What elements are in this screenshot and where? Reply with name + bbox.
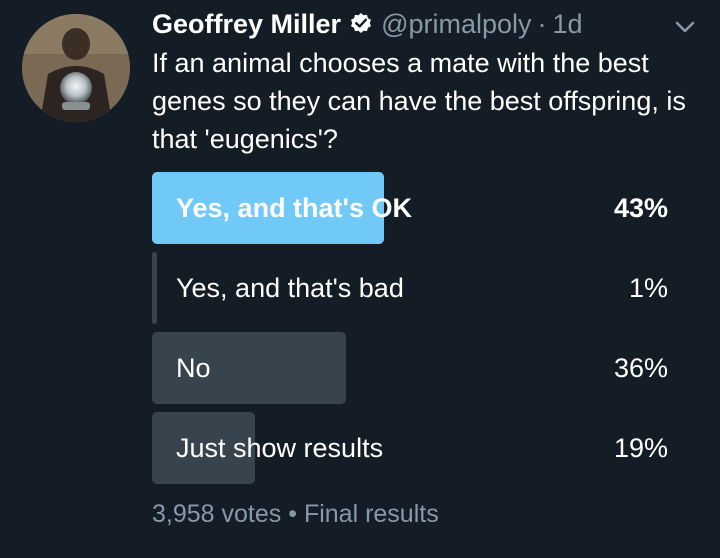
header-separator: · [537, 8, 547, 39]
poll-option-just-show-results[interactable]: Just show results 19% [152, 412, 672, 484]
avatar-image [22, 14, 130, 122]
poll-option-yes-bad[interactable]: Yes, and that's bad 1% [152, 252, 672, 324]
poll-option-percent: 1% [628, 273, 668, 303]
poll: Yes, and that's OK 43% Yes, and that's b… [152, 172, 672, 492]
tweet-header: Geoffrey Miller @primalpoly · 1d [152, 6, 583, 42]
avatar[interactable] [22, 14, 130, 122]
poll-option-percent: 43% [613, 193, 668, 223]
poll-option-label: Yes, and that's OK [176, 193, 412, 223]
poll-vote-count: 3,958 votes [152, 500, 282, 528]
poll-option-percent: 19% [613, 433, 668, 463]
tweet: Geoffrey Miller @primalpoly · 1d If an a… [0, 0, 720, 558]
poll-bar-yes-bad [152, 252, 157, 324]
poll-option-label: No [176, 353, 211, 383]
chevron-down-icon[interactable] [672, 14, 698, 40]
author-name[interactable]: Geoffrey Miller [152, 9, 341, 40]
poll-footer: 3,958 votes • Final results [152, 500, 439, 529]
verified-badge-icon [351, 13, 372, 33]
author-handle[interactable]: @primalpoly [381, 9, 531, 40]
poll-option-label: Yes, and that's bad [176, 273, 404, 303]
poll-status: Final results [303, 500, 439, 528]
tweet-timestamp[interactable]: 1d [553, 9, 583, 40]
poll-option-yes-ok[interactable]: Yes, and that's OK 43% [152, 172, 672, 244]
poll-option-no[interactable]: No 36% [152, 332, 672, 404]
poll-footer-dot: • [288, 500, 297, 528]
poll-option-percent: 36% [613, 353, 668, 383]
poll-option-label: Just show results [176, 433, 384, 463]
tweet-text: If an animal chooses a mate with the bes… [152, 48, 686, 154]
